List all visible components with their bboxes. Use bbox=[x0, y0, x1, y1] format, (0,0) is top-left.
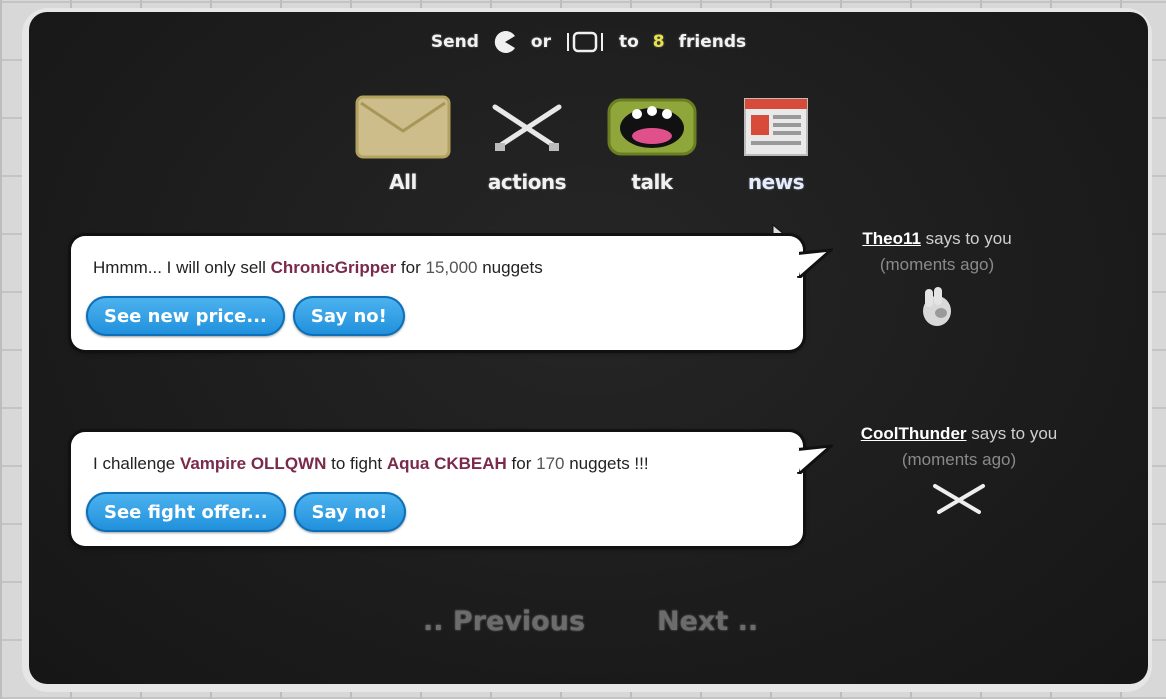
bubble-tail-icon bbox=[793, 444, 833, 474]
message-text-part: nuggets bbox=[477, 258, 543, 277]
newspaper-icon bbox=[721, 92, 831, 162]
nugget-amount: 170 bbox=[536, 454, 565, 473]
crossed-swords-icon bbox=[829, 480, 1089, 518]
message-bubble: I challenge Vampire OLLQWN to fight Aqua… bbox=[71, 432, 833, 546]
says-label: says to you bbox=[920, 229, 1012, 248]
see-fight-offer-button[interactable]: See fight offer... bbox=[86, 492, 286, 532]
say-no-button[interactable]: Say no! bbox=[293, 492, 406, 532]
challenger-name-link[interactable]: Vampire OLLQWN bbox=[180, 454, 326, 473]
message-text: I challenge Vampire OLLQWN to fight Aqua… bbox=[93, 454, 649, 474]
messages-panel: Send or to 8 friends All actions talk ne… bbox=[29, 12, 1148, 684]
say-no-button[interactable]: Say no! bbox=[292, 296, 405, 336]
crossed-swords-icon bbox=[472, 92, 582, 162]
message-text-part: nuggets !!! bbox=[564, 454, 649, 473]
message-text-part: I challenge bbox=[93, 454, 180, 473]
timestamp: (moments ago) bbox=[901, 450, 1017, 469]
message-actions: See new price... Say no! bbox=[86, 296, 405, 336]
send-line: Send or to 8 friends bbox=[29, 28, 1148, 56]
send-label: Send bbox=[430, 32, 479, 52]
monster-mouth-icon bbox=[597, 92, 707, 162]
envelope-icon bbox=[348, 92, 458, 162]
opponent-name-link[interactable]: Aqua CKBEAH bbox=[387, 454, 507, 473]
tab-all[interactable]: All bbox=[348, 92, 458, 194]
tab-talk[interactable]: talk bbox=[597, 92, 707, 194]
message-text-part: Hmmm... I will only sell bbox=[93, 258, 271, 277]
next-page-button[interactable]: Next .. bbox=[657, 606, 758, 637]
message-actions: See fight offer... Say no! bbox=[86, 492, 406, 532]
tab-actions-label: actions bbox=[487, 170, 567, 194]
friends-label: friends bbox=[678, 32, 747, 52]
message-text-part: for bbox=[506, 454, 537, 473]
to-label: to bbox=[618, 32, 639, 52]
message-bubble: Hmmm... I will only sell ChronicGripper … bbox=[71, 236, 833, 350]
tab-news[interactable]: news bbox=[721, 92, 831, 194]
or-label: or bbox=[530, 32, 551, 52]
tab-actions[interactable]: actions bbox=[472, 92, 582, 194]
timestamp: (moments ago) bbox=[879, 255, 995, 274]
sender-name-link[interactable]: CoolThunder bbox=[861, 424, 967, 443]
says-label: says to you bbox=[966, 424, 1058, 443]
item-box-icon[interactable] bbox=[565, 30, 605, 54]
previous-page-button[interactable]: .. Previous bbox=[423, 606, 585, 637]
message-text-part: for bbox=[396, 258, 426, 277]
see-new-price-button[interactable]: See new price... bbox=[86, 296, 285, 336]
nugget-amount: 15,000 bbox=[425, 258, 478, 277]
sender-name-link[interactable]: Theo11 bbox=[862, 229, 921, 248]
tab-news-label: news bbox=[747, 170, 805, 194]
message-sender: Theo11 says to you (moments ago) bbox=[807, 229, 1067, 329]
message-text: Hmmm... I will only sell ChronicGripper … bbox=[93, 258, 543, 278]
friend-count: 8 bbox=[652, 32, 665, 52]
tab-talk-label: talk bbox=[631, 170, 673, 194]
nugget-icon[interactable] bbox=[493, 30, 517, 54]
message-sender: CoolThunder says to you (moments ago) bbox=[829, 424, 1089, 518]
glove-icon bbox=[807, 285, 1067, 329]
message-text-part: to fight bbox=[326, 454, 387, 473]
tab-all-label: All bbox=[389, 170, 417, 194]
item-name-link[interactable]: ChronicGripper bbox=[271, 258, 397, 277]
